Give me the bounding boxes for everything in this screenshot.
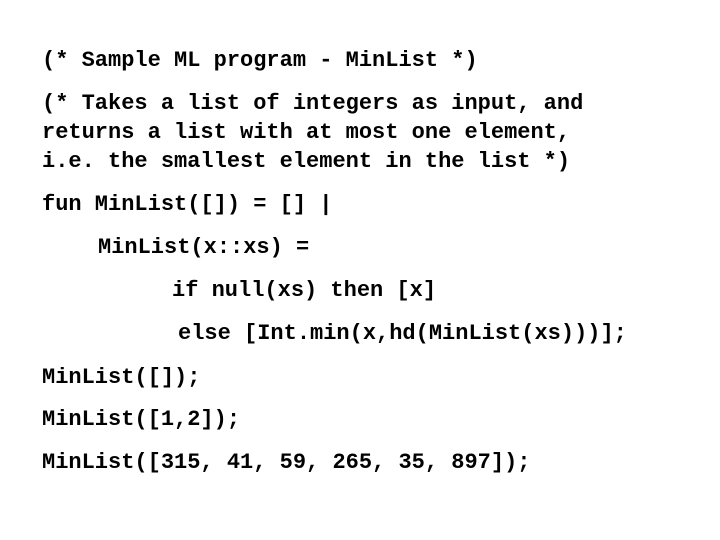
description-comment-line-3: i.e. the smallest element in the list *) bbox=[42, 149, 571, 174]
invocation-empty-list: MinList([]); bbox=[42, 365, 201, 390]
if-then-branch: if null(xs) then [x] bbox=[172, 278, 437, 303]
function-clause-recursive-case: MinList(x::xs) = bbox=[98, 235, 310, 260]
invocation-two-element-list: MinList([1,2]); bbox=[42, 407, 241, 432]
description-comment-line-2: returns a list with at most one element, bbox=[42, 120, 571, 145]
invocation-six-element-list: MinList([315, 41, 59, 265, 35, 897]); bbox=[42, 450, 531, 475]
description-comment-line-1: (* Takes a list of integers as input, an… bbox=[42, 91, 584, 116]
title-comment: (* Sample ML program - MinList *) bbox=[42, 48, 478, 73]
else-branch: else [Int.min(x,hd(MinList(xs)))]; bbox=[178, 321, 627, 346]
function-clause-base-case: fun MinList([]) = [] | bbox=[42, 192, 333, 217]
slide-canvas: (* Sample ML program - MinList *) (* Tak… bbox=[0, 0, 720, 540]
